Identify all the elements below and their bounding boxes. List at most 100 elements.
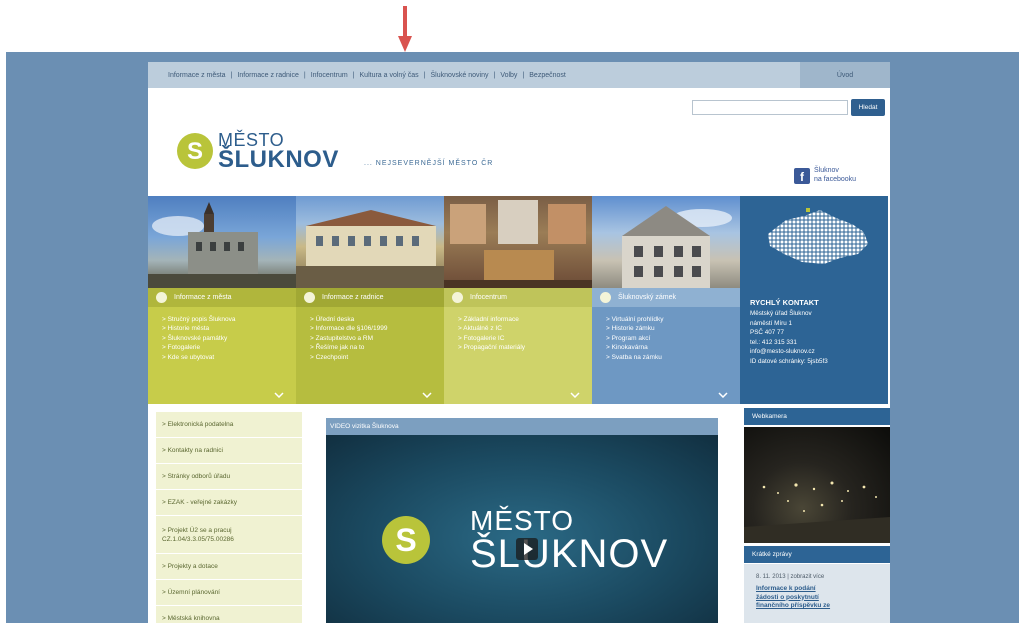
top-nav-link[interactable]: Informace z radnice bbox=[237, 72, 298, 79]
home-link[interactable]: Úvod bbox=[800, 62, 890, 88]
left-menu-item[interactable]: > Stránky odborů úřadu bbox=[156, 464, 302, 490]
top-nav-link[interactable]: Kultura a volný čas bbox=[360, 72, 419, 79]
logo-tagline: ... NEJSEVERNĚJŠÍ MĚSTO ČR bbox=[364, 160, 494, 167]
panel-link[interactable]: > Aktuálně z IC bbox=[458, 324, 592, 333]
panel-infocentre-links: > Základní informace > Aktuálně z IC > F… bbox=[444, 307, 592, 353]
top-nav-link[interactable]: Volby bbox=[500, 72, 517, 79]
infocentre-interior-photo[interactable] bbox=[444, 196, 592, 288]
chevron-down-icon[interactable] bbox=[718, 392, 728, 398]
search-button[interactable]: Hledat bbox=[851, 99, 885, 116]
s-logo-icon: S bbox=[177, 133, 213, 169]
top-navigation: Informace z města | Informace z radnice | In… bbox=[148, 62, 890, 88]
panel-link[interactable]: > Úřední deska bbox=[310, 315, 444, 324]
left-menu-item[interactable]: > EZAK - veřejné zakázky bbox=[156, 490, 302, 516]
panel-link[interactable]: > Kde se ubytovat bbox=[162, 353, 296, 362]
panel-link[interactable]: > Řešíme jak na to bbox=[310, 343, 444, 352]
top-nav-link[interactable]: Bezpečnost bbox=[529, 72, 566, 79]
contact-line: PSČ 407 77 bbox=[750, 329, 784, 337]
left-menu-item[interactable]: > Projekty a dotace bbox=[156, 554, 302, 580]
facebook-line-1: Šluknov bbox=[814, 167, 839, 174]
panel-city-info-title: Informace z města bbox=[174, 294, 232, 301]
town-square-photo[interactable] bbox=[296, 196, 444, 288]
panel-castle-title: Šluknovský zámek bbox=[618, 294, 676, 301]
video-player[interactable]: S MĚSTO ŠLUKNOV bbox=[326, 435, 718, 623]
chevron-down-icon[interactable] bbox=[274, 392, 284, 398]
panel-link[interactable]: > Propagační materiály bbox=[458, 343, 592, 352]
quick-contact: RYCHLÝ KONTAKT Městský úřad Šluknov námě… bbox=[740, 288, 888, 404]
video-logo-line-2: ŠLUKNOV bbox=[470, 532, 669, 576]
panel-infocentre-title: Infocentrum bbox=[470, 294, 507, 301]
screenshot-stage: Informace z města | Informace z radnice | In… bbox=[0, 0, 1019, 623]
panel-townhall-info-header[interactable]: Informace z radnice bbox=[296, 288, 444, 307]
news-headline-line[interactable]: žádosti o poskytnutí bbox=[756, 594, 890, 603]
panel-castle-header[interactable]: Šluknovský zámek bbox=[592, 288, 740, 307]
annotation-arrow bbox=[398, 6, 412, 52]
panel-townhall-info-links: > Úřední deska > Informace dle §106/1999… bbox=[296, 307, 444, 362]
castle-photo[interactable] bbox=[592, 196, 740, 288]
top-nav-link[interactable]: Šluknovské noviny bbox=[431, 72, 489, 79]
left-menu-item[interactable]: > Územní plánování bbox=[156, 580, 302, 606]
news-headline-line[interactable]: finančního příspěvku ze bbox=[756, 602, 890, 611]
left-menu-item[interactable]: > Projekt Ú2 se a pracuj CZ.1.04/3.3.05/… bbox=[156, 516, 302, 554]
quick-contact-title: RYCHLÝ KONTAKT bbox=[750, 298, 819, 307]
panel-castle: Šluknovský zámek > Virtuální prohlídky >… bbox=[592, 288, 740, 404]
panel-townhall-info-title: Informace z radnice bbox=[322, 294, 384, 301]
webcam-image[interactable] bbox=[744, 427, 890, 543]
facebook-icon: f bbox=[794, 168, 810, 184]
panel-link[interactable]: > Czechpoint bbox=[310, 353, 444, 362]
left-menu-item[interactable]: > Městská knihovna bbox=[156, 606, 302, 623]
nav-separator: | bbox=[423, 71, 426, 79]
bullet-icon bbox=[452, 292, 463, 303]
news-meta[interactable]: 8. 11. 2013 | zobrazit více bbox=[756, 574, 890, 580]
news-box: 8. 11. 2013 | zobrazit více Informace k … bbox=[744, 564, 890, 623]
panel-link[interactable]: > Zastupitelstvo a RM bbox=[310, 334, 444, 343]
panel-link[interactable]: > Základní informace bbox=[458, 315, 592, 324]
top-nav-link[interactable]: Informace z města bbox=[168, 72, 226, 79]
play-icon[interactable] bbox=[516, 538, 538, 560]
panel-city-info-header[interactable]: Informace z města bbox=[148, 288, 296, 307]
contact-line: tel.: 412 315 331 bbox=[750, 338, 797, 346]
chevron-down-icon[interactable] bbox=[422, 392, 432, 398]
panel-city-info-links: > Stručný popis Šluknova > Historie měst… bbox=[148, 307, 296, 362]
panel-link[interactable]: > Svatba na zámku bbox=[606, 353, 740, 362]
panel-infocentre-header[interactable]: Infocentrum bbox=[444, 288, 592, 307]
panel-link[interactable]: > Virtuální prohlídky bbox=[606, 315, 740, 324]
nav-separator: | bbox=[522, 71, 525, 79]
svg-text:S: S bbox=[187, 138, 203, 165]
site-logo[interactable]: S MĚSTO ŠLUKNOV ... NEJSEVERNĚJŠÍ MĚSTO … bbox=[176, 128, 596, 184]
nav-separator: | bbox=[493, 71, 496, 79]
top-nav-link[interactable]: Infocentrum bbox=[311, 72, 348, 79]
panel-link[interactable]: > Informace dle §106/1999 bbox=[310, 324, 444, 333]
chevron-down-icon[interactable] bbox=[570, 392, 580, 398]
panel-city-info: Informace z města > Stručný popis Šlukno… bbox=[148, 288, 296, 404]
section-panels: Informace z města > Stručný popis Šlukno… bbox=[148, 288, 890, 404]
contact-email[interactable]: info@mesto-sluknov.cz bbox=[750, 347, 888, 357]
s-logo-icon: S bbox=[382, 516, 430, 564]
panel-link[interactable]: > Historie zámku bbox=[606, 324, 740, 333]
facebook-text: Šluknov na facebooku bbox=[814, 166, 856, 184]
website-page: Informace z města | Informace z radnice | In… bbox=[148, 62, 890, 623]
facebook-line-2: na facebooku bbox=[814, 176, 857, 183]
panel-link[interactable]: > Stručný popis Šluknova bbox=[162, 315, 296, 324]
czech-map[interactable] bbox=[740, 196, 888, 288]
panel-link[interactable]: > Kinokavárna bbox=[606, 343, 740, 352]
panel-link[interactable]: > Fotogalerie bbox=[162, 343, 296, 352]
town-hall-photo[interactable] bbox=[148, 196, 296, 288]
left-menu-item[interactable]: > Kontakty na radnici bbox=[156, 438, 302, 464]
top-nav-links: Informace z města | Informace z radnice | In… bbox=[148, 72, 800, 79]
panel-link[interactable]: > Fotogalerie IC bbox=[458, 334, 592, 343]
panel-link[interactable]: > Program akcí bbox=[606, 334, 740, 343]
panel-townhall-info: Informace z radnice > Úřední deska > Inf… bbox=[296, 288, 444, 404]
panel-link[interactable]: > Šluknovské památky bbox=[162, 334, 296, 343]
photo-strip bbox=[148, 196, 890, 288]
contact-line: Městský úřad Šluknov bbox=[750, 310, 812, 317]
news-header: Krátké zprávy bbox=[744, 546, 890, 563]
news-headline-line[interactable]: Informace k podání bbox=[756, 585, 890, 594]
panel-link[interactable]: > Historie města bbox=[162, 324, 296, 333]
contact-line: ID datové schránky: 5jsb5f3 bbox=[750, 357, 828, 365]
contact-line: náměstí Míru 1 bbox=[750, 319, 792, 327]
search-input[interactable] bbox=[692, 100, 848, 115]
facebook-link[interactable]: f Šluknov na facebooku bbox=[794, 164, 886, 192]
left-menu-item[interactable]: > Elektronická podatelna bbox=[156, 412, 302, 438]
webcam-header: Webkamera bbox=[744, 408, 890, 425]
